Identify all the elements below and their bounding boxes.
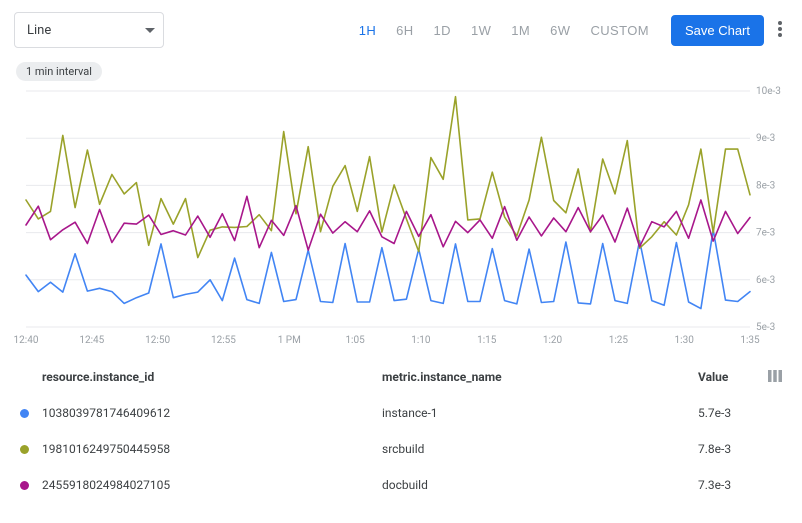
line-chart: 5e-3 6e-3 7e-3 8e-3 9e-3 10e-3 12:40 12:45 12:50…	[14, 85, 788, 355]
legend-value: 7.3e-3	[698, 478, 768, 492]
legend-header-value: Value	[698, 370, 768, 384]
time-range-1m[interactable]: 1M	[501, 17, 540, 44]
series-line	[26, 97, 750, 258]
svg-text:8e-3: 8e-3	[756, 180, 775, 191]
svg-text:12:40: 12:40	[14, 335, 39, 346]
more-vert-icon	[778, 21, 782, 37]
svg-text:12:55: 12:55	[211, 335, 236, 346]
columns-icon[interactable]	[768, 370, 788, 385]
svg-text:10e-3: 10e-3	[756, 86, 781, 97]
chart-type-label: Line	[27, 23, 51, 38]
svg-text:1:15: 1:15	[477, 335, 497, 346]
legend-value: 7.8e-3	[698, 442, 768, 456]
svg-text:1 PM: 1 PM	[278, 335, 301, 346]
legend-instance-name: docbuild	[382, 478, 698, 492]
dashboard-chart-panel: Line 1H6H1D1W1M6WCUSTOM Save Chart 1 min…	[0, 0, 802, 523]
legend-instance-id: 1038039781746409612	[42, 406, 382, 420]
legend-row[interactable]: 1038039781746409612instance-15.7e-3	[14, 395, 788, 431]
legend-instance-name: instance-1	[382, 406, 698, 420]
svg-text:5e-3: 5e-3	[756, 322, 775, 333]
legend-header: resource.instance_id metric.instance_nam…	[14, 359, 788, 395]
svg-text:12:50: 12:50	[145, 335, 170, 346]
dropdown-icon	[145, 28, 155, 33]
series-line	[26, 196, 750, 250]
svg-text:6e-3: 6e-3	[756, 275, 775, 286]
legend-instance-name: srcbuild	[382, 442, 698, 456]
time-range-1d[interactable]: 1D	[424, 17, 461, 44]
series-swatch	[20, 409, 29, 418]
interval-chip[interactable]: 1 min interval	[16, 62, 102, 81]
series-swatch	[20, 481, 29, 490]
legend-header-instance-id: resource.instance_id	[42, 370, 382, 384]
svg-text:1:35: 1:35	[740, 335, 760, 346]
chart-area: 5e-3 6e-3 7e-3 8e-3 9e-3 10e-3 12:40 12:45 12:50…	[14, 85, 788, 355]
svg-text:1:10: 1:10	[411, 335, 431, 346]
toolbar: Line 1H6H1D1W1M6WCUSTOM Save Chart	[14, 8, 788, 52]
svg-text:1:20: 1:20	[543, 335, 563, 346]
svg-text:1:05: 1:05	[345, 335, 365, 346]
save-chart-button[interactable]: Save Chart	[671, 15, 764, 46]
time-range-1w[interactable]: 1W	[461, 17, 501, 44]
legend-header-instance-name: metric.instance_name	[382, 370, 698, 384]
svg-text:9e-3: 9e-3	[756, 133, 775, 144]
svg-text:1:25: 1:25	[609, 335, 629, 346]
legend-row[interactable]: 1981016249750445958srcbuild7.8e-3	[14, 431, 788, 467]
legend-row[interactable]: 2455918024984027105docbuild7.3e-3	[14, 467, 788, 503]
legend-table: resource.instance_id metric.instance_nam…	[14, 359, 788, 503]
time-range-group: 1H6H1D1W1M6WCUSTOM	[349, 17, 659, 44]
time-range-1h[interactable]: 1H	[349, 17, 386, 44]
svg-text:12:45: 12:45	[79, 335, 104, 346]
legend-instance-id: 1981016249750445958	[42, 442, 382, 456]
legend-value: 5.7e-3	[698, 406, 768, 420]
svg-text:1:30: 1:30	[675, 335, 695, 346]
svg-text:7e-3: 7e-3	[756, 228, 775, 239]
time-range-6w[interactable]: 6W	[540, 17, 580, 44]
time-range-6h[interactable]: 6H	[386, 17, 423, 44]
legend-instance-id: 2455918024984027105	[42, 478, 382, 492]
series-swatch	[20, 445, 29, 454]
time-range-custom[interactable]: CUSTOM	[580, 17, 659, 44]
chart-type-select[interactable]: Line	[14, 12, 164, 48]
more-options-button[interactable]	[772, 15, 788, 46]
